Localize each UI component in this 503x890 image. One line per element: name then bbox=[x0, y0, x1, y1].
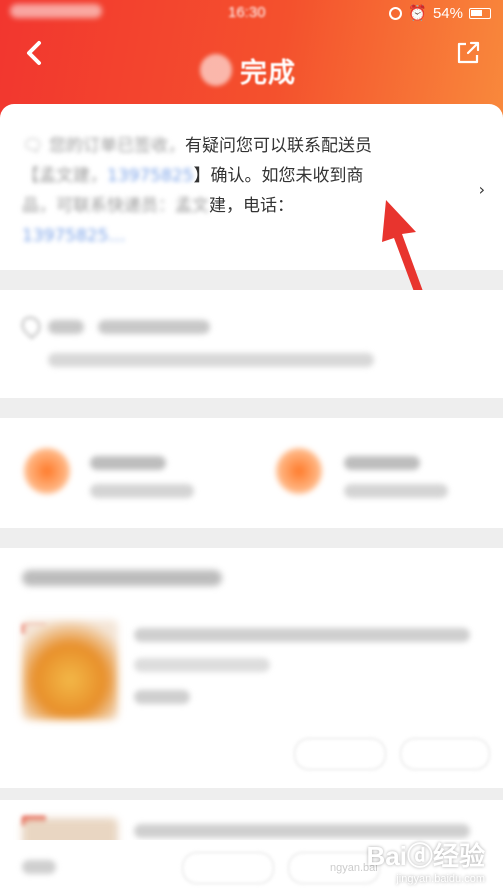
store-name[interactable] bbox=[22, 570, 222, 586]
add-to-cart-button[interactable] bbox=[400, 738, 490, 770]
title-area: 完成 bbox=[200, 52, 296, 89]
notice-blurred: 🗨 您的订单已签收， bbox=[22, 136, 185, 156]
recipient-name bbox=[48, 320, 84, 334]
product-price bbox=[134, 690, 190, 704]
share-icon[interactable] bbox=[455, 40, 481, 66]
notice-line1: 有疑问您可以联系配送员 bbox=[185, 136, 372, 156]
product-spec bbox=[134, 658, 270, 672]
product-image[interactable] bbox=[22, 620, 118, 720]
watermark: Baiⓓ经验 jingyan.baidu.com bbox=[367, 836, 485, 885]
battery-icon bbox=[469, 7, 491, 19]
service-desc-1 bbox=[90, 484, 194, 498]
service-icon-1[interactable] bbox=[24, 448, 70, 494]
notice-line3: 建，电话： bbox=[209, 196, 294, 216]
chevron-right-icon[interactable]: › bbox=[479, 180, 485, 199]
carrier-signal bbox=[10, 4, 102, 18]
recipient-phone bbox=[98, 320, 210, 334]
status-time: 16:30 bbox=[228, 4, 266, 21]
page-title: 完成 bbox=[240, 57, 296, 89]
status-icon bbox=[200, 54, 232, 86]
watermark-url: jingyan.baidu.com bbox=[396, 873, 485, 885]
product-name[interactable] bbox=[134, 628, 470, 642]
notice-blurred: 品，可联系快递员：孟文 bbox=[22, 196, 209, 216]
bottom-button-1[interactable] bbox=[182, 852, 274, 884]
notice-line2: 】确认。如您未收到商 bbox=[193, 166, 364, 186]
rotation-lock-icon bbox=[389, 6, 403, 20]
battery-text: 54% bbox=[432, 4, 463, 22]
service-icon-2[interactable] bbox=[276, 448, 322, 494]
bottom-link[interactable] bbox=[22, 860, 56, 874]
notice-blurred: 【孟文建， bbox=[22, 166, 107, 186]
alarm-icon: ⏰ bbox=[408, 5, 427, 22]
service-desc-2 bbox=[344, 484, 448, 498]
service-title-2[interactable] bbox=[344, 456, 420, 470]
status-bar: 16:30 ⏰ 54% bbox=[0, 0, 503, 28]
back-icon[interactable] bbox=[22, 40, 48, 66]
service-title-1[interactable] bbox=[90, 456, 166, 470]
courier-phone-link[interactable]: 13975825 bbox=[107, 166, 194, 186]
status-right: ⏰ 54% bbox=[389, 4, 491, 22]
address-card[interactable] bbox=[0, 290, 503, 398]
after-sale-button[interactable] bbox=[294, 738, 386, 770]
watermark-brand: Baiⓓ经验 bbox=[366, 841, 485, 871]
recipient-address bbox=[48, 353, 374, 367]
services-card bbox=[0, 418, 503, 528]
courier-phone-link-2[interactable]: 13975825… bbox=[22, 226, 126, 246]
